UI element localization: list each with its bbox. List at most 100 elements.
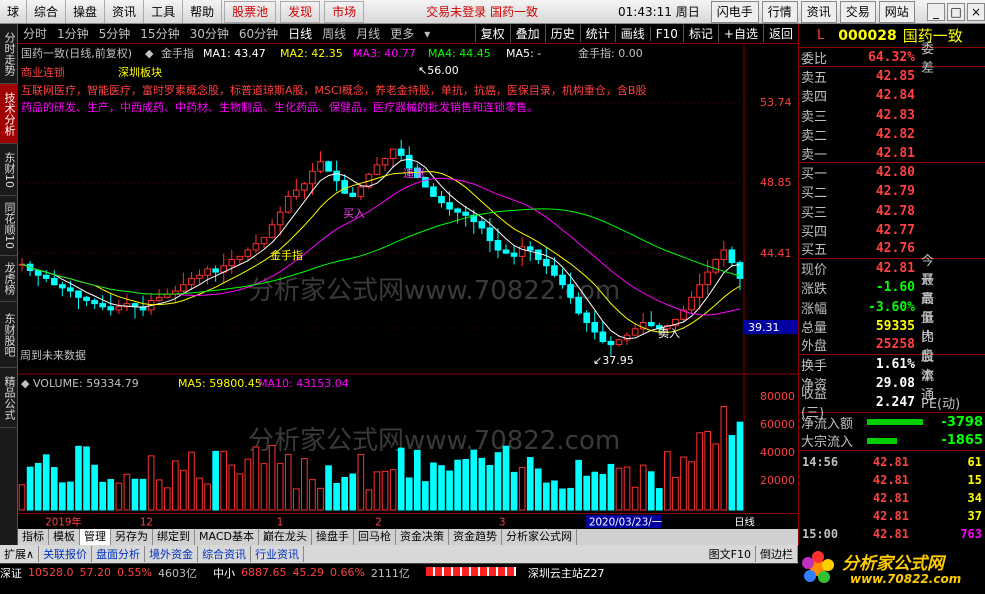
stock-flag: L: [817, 28, 825, 43]
menu-item-ball[interactable]: 球: [0, 0, 28, 23]
period-5min[interactable]: 5分钟: [94, 25, 136, 42]
period-1min[interactable]: 1分钟: [52, 25, 94, 42]
sell3-price[interactable]: 42.83: [845, 108, 915, 123]
volume-bar: [309, 479, 316, 511]
tab-template[interactable]: 模板: [49, 529, 80, 545]
trade-button[interactable]: 交易: [839, 0, 876, 23]
candle-body: [180, 284, 187, 292]
tab-market-analysis[interactable]: 盘面分析: [92, 546, 146, 562]
buy1-price[interactable]: 42.80: [845, 165, 915, 180]
adjust-button[interactable]: 复权: [474, 25, 510, 42]
tab-ths-f10[interactable]: 同花顺10: [0, 196, 18, 256]
sell2-price[interactable]: 42.82: [845, 127, 915, 142]
sell4-price[interactable]: 42.84: [845, 88, 915, 103]
concept-commerce: 商业连锁: [21, 65, 65, 79]
tab-manage[interactable]: 管理: [80, 529, 111, 545]
period-monthly[interactable]: 月线: [351, 25, 385, 42]
maximize-icon[interactable]: □: [947, 2, 965, 21]
tab-intraday[interactable]: 分时走势: [0, 24, 18, 84]
y-label-1: 53.74: [760, 96, 792, 109]
volume-bar: [591, 471, 599, 511]
tab-industry-news[interactable]: 行业资讯: [251, 546, 305, 562]
tab-sidebar-toggle[interactable]: 倒边栏: [756, 546, 798, 562]
history-button[interactable]: 历史: [544, 25, 580, 42]
flash-trade-button[interactable]: 闪电手: [710, 0, 759, 23]
candle-body: [728, 249, 736, 264]
menu-item-tools[interactable]: 工具: [144, 0, 184, 23]
tab-indicator[interactable]: 指标: [18, 529, 49, 545]
x-label-12: 12: [140, 516, 153, 528]
f10-button[interactable]: F10: [649, 26, 683, 41]
sell5-price[interactable]: 42.85: [845, 69, 915, 84]
sz-index-change: 57.20: [79, 566, 112, 579]
tab-general-news[interactable]: 综合资讯: [198, 546, 252, 562]
chevron-down-icon[interactable]: ▾: [419, 27, 435, 41]
candle-body: [567, 284, 574, 298]
buy5-price[interactable]: 42.76: [845, 241, 915, 256]
tab-expand[interactable]: 扩展∧: [0, 546, 40, 562]
clock: 01:43:11 周日: [618, 5, 700, 19]
buy3-price[interactable]: 42.78: [845, 204, 915, 219]
menu-item-general[interactable]: 综合: [27, 0, 67, 23]
sell1-price[interactable]: 42.81: [845, 146, 915, 161]
menu-discover[interactable]: 发现: [280, 0, 321, 23]
candle-body: [244, 249, 252, 257]
info-button[interactable]: 资讯: [800, 0, 837, 23]
quotes-button[interactable]: 行情: [761, 0, 798, 23]
volume-bar: [131, 478, 139, 511]
title-status: 交易未登录 国药一致: [426, 3, 538, 20]
period-more[interactable]: 更多: [385, 25, 419, 42]
mark-button[interactable]: 标记: [682, 25, 718, 42]
period-intraday[interactable]: 分时: [18, 25, 52, 42]
period-weekly[interactable]: 周线: [317, 25, 351, 42]
menu-item-trade[interactable]: 操盘: [66, 0, 106, 23]
volume-bar: [680, 456, 687, 511]
candle-body: [107, 306, 115, 311]
net-inflow-value: -3798: [941, 414, 983, 430]
tab-dragon-head[interactable]: 巅在龙头: [259, 529, 312, 545]
tab-fund-trend[interactable]: 资金趋势: [449, 529, 502, 545]
candle-body: [551, 265, 558, 276]
menu-item-news[interactable]: 资讯: [105, 0, 145, 23]
tab-save-as[interactable]: 另存为: [111, 529, 153, 545]
period-30min[interactable]: 30分钟: [185, 25, 234, 42]
stats-button[interactable]: 统计: [579, 25, 615, 42]
menu-stock-pool[interactable]: 股票池: [224, 0, 277, 23]
tab-guba[interactable]: 东财股吧: [0, 302, 18, 368]
tab-bind-to[interactable]: 绑定到: [153, 529, 195, 545]
tab-related-quotes[interactable]: 关联报价: [39, 546, 93, 562]
tab-dragon-tiger[interactable]: 龙虎榜: [0, 256, 18, 302]
back-button[interactable]: 返回: [762, 25, 798, 42]
website-button[interactable]: 网站: [878, 0, 915, 23]
info-tabs: 扩展∧ 关联报价 盘面分析 境外资金 综合资讯 行业资讯 图文F10 倒边栏: [0, 545, 798, 563]
tick-list[interactable]: 14:56 42.81 61 42.81 15 42.81 34 42.81 37 15:…: [799, 451, 985, 543]
tab-f10-graphic[interactable]: 图文F10: [705, 546, 756, 562]
candle-body: [647, 322, 655, 327]
tab-formula-site[interactable]: 分析家公式网: [502, 529, 577, 545]
buy4-price[interactable]: 42.77: [845, 223, 915, 238]
period-60min[interactable]: 60分钟: [234, 25, 283, 42]
tab-foreign-funds[interactable]: 境外资金: [145, 546, 199, 562]
tab-trader[interactable]: 操盘手: [312, 529, 354, 545]
add-watchlist-button[interactable]: +自选: [717, 25, 763, 42]
buy2-price[interactable]: 42.79: [845, 184, 915, 199]
minimize-icon[interactable]: _: [927, 2, 945, 21]
close-icon[interactable]: ×: [967, 2, 985, 21]
menu-market[interactable]: 市场: [324, 0, 365, 23]
period-daily[interactable]: 日线: [283, 25, 317, 42]
volume-bar: [317, 487, 324, 511]
tab-technical[interactable]: 技术分析: [0, 84, 18, 144]
chevron-down-icon[interactable]: ◆: [145, 47, 154, 60]
volume-bar: [220, 450, 228, 511]
tab-eastmoney-f10[interactable]: 东财10: [0, 144, 18, 196]
tab-fund-decision[interactable]: 资金决策: [396, 529, 449, 545]
overlay-button[interactable]: 叠加: [509, 25, 545, 42]
tab-macd[interactable]: MACD基本: [195, 529, 259, 545]
watermark-volume: 分析家公式网www.70822.com: [248, 426, 620, 456]
tab-formula[interactable]: 精品公式: [0, 368, 18, 428]
menu-item-help[interactable]: 帮助: [183, 0, 223, 23]
draw-line-button[interactable]: 画线: [614, 25, 650, 42]
kline-chart[interactable]: 国药一致(日线,前复权) ◆ 金手指 MA1: 43.47 MA2: 42.35…: [18, 44, 798, 513]
period-15min[interactable]: 15分钟: [135, 25, 184, 42]
tab-horse-return[interactable]: 回马枪: [354, 529, 396, 545]
